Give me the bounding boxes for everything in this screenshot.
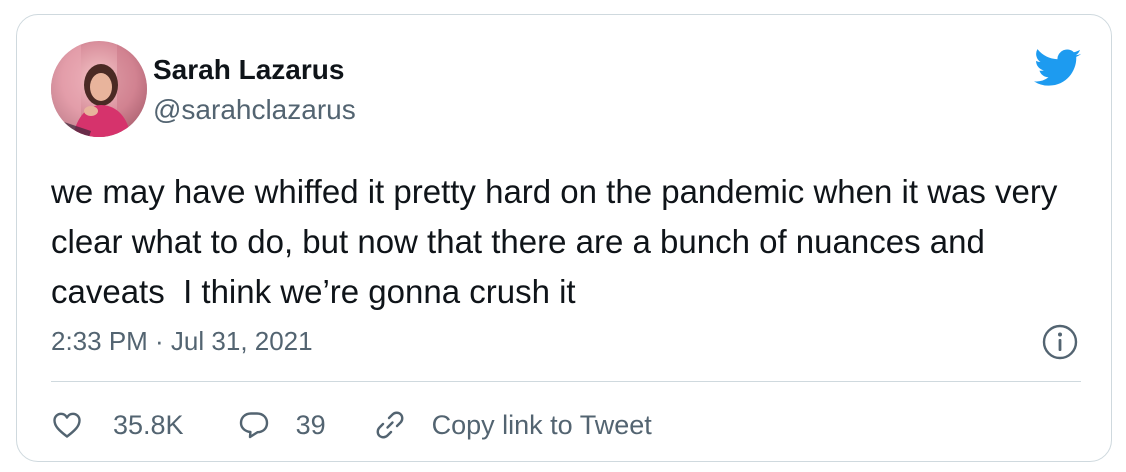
like-count: 35.8K [113, 409, 184, 440]
heart-icon [51, 409, 83, 441]
copy-link-label: Copy link to Tweet [431, 409, 652, 440]
avatar-photo [51, 41, 147, 137]
link-icon [374, 409, 406, 441]
info-icon[interactable] [1041, 323, 1079, 361]
divider [51, 381, 1081, 382]
reply-bubble-icon [238, 409, 270, 441]
tweet-actions: 35.8K 39 Copy link to Tweet [51, 403, 652, 447]
twitter-bird-icon[interactable] [1033, 49, 1083, 89]
tweet-text: we may have whiffed it pretty hard on th… [51, 173, 1067, 310]
tweet-timestamp[interactable]: 2:33 PM · Jul 31, 2021 [51, 326, 313, 357]
reply-button[interactable]: 39 [238, 409, 326, 441]
like-button[interactable]: 35.8K [51, 409, 184, 441]
author-handle[interactable]: @sarahclazarus [153, 94, 356, 126]
author-name[interactable]: Sarah Lazarus [153, 54, 344, 86]
copy-link-button[interactable]: Copy link to Tweet [374, 409, 652, 441]
tweet-card[interactable]: Sarah Lazarus @sarahclazarus we may have… [16, 14, 1112, 462]
reply-count: 39 [295, 409, 326, 440]
avatar[interactable] [51, 41, 147, 137]
